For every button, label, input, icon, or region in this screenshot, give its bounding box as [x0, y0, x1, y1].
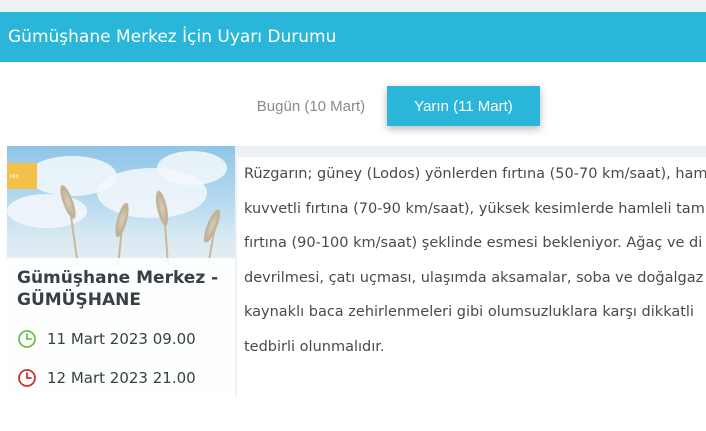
start-date-row: 11 Mart 2023 09.00	[17, 329, 196, 349]
top-strip	[0, 0, 706, 12]
description-line: Rüzgarın; güney (Lodos) yönlerden fırtın…	[244, 166, 706, 182]
page: Gümüşhane Merkez İçin Uyarı Durumu Bugün…	[0, 0, 706, 431]
description-line: kaynaklı baca zehirlenmeleri gibi olumsu…	[244, 304, 694, 320]
warning-tag-icon: ›››	[7, 163, 37, 189]
description-line: kuvvetli fırtına (70-90 km/saat), yüksek…	[244, 200, 705, 217]
location-card[interactable]: ››› Gümüşhane Merkez - GÜMÜŞHANE 11 Mart…	[7, 146, 235, 396]
location-title: Gümüşhane Merkez - GÜMÜŞHANE	[17, 268, 219, 310]
clock-icon	[18, 330, 36, 348]
page-title: Gümüşhane Merkez İçin Uyarı Durumu	[8, 27, 337, 47]
description-line: fırtına (90-100 km/saat) şeklinde esmesi…	[244, 235, 703, 251]
clock-icon	[18, 369, 36, 387]
end-date: 12 Mart 2023 21.00	[47, 369, 196, 387]
end-date-row: 12 Mart 2023 21.00	[17, 368, 196, 388]
header-bar: Gümüşhane Merkez İçin Uyarı Durumu	[0, 12, 706, 62]
tab-tomorrow[interactable]: Yarın (11 Mart)	[387, 86, 540, 126]
description-line: tedbirli olunmalıdır.	[244, 338, 385, 355]
card-background-image: ›››	[7, 146, 235, 267]
description-line: devrilmesi, çatı uçması, ulaşımda aksama…	[244, 269, 704, 286]
day-tabs: Bugün (10 Mart) Yarın (11 Mart)	[235, 86, 540, 126]
warning-description: Rüzgarın; güney (Lodos) yönlerden fırtın…	[237, 157, 706, 396]
start-date: 11 Mart 2023 09.00	[47, 330, 196, 348]
tab-today[interactable]: Bugün (10 Mart)	[235, 86, 387, 126]
